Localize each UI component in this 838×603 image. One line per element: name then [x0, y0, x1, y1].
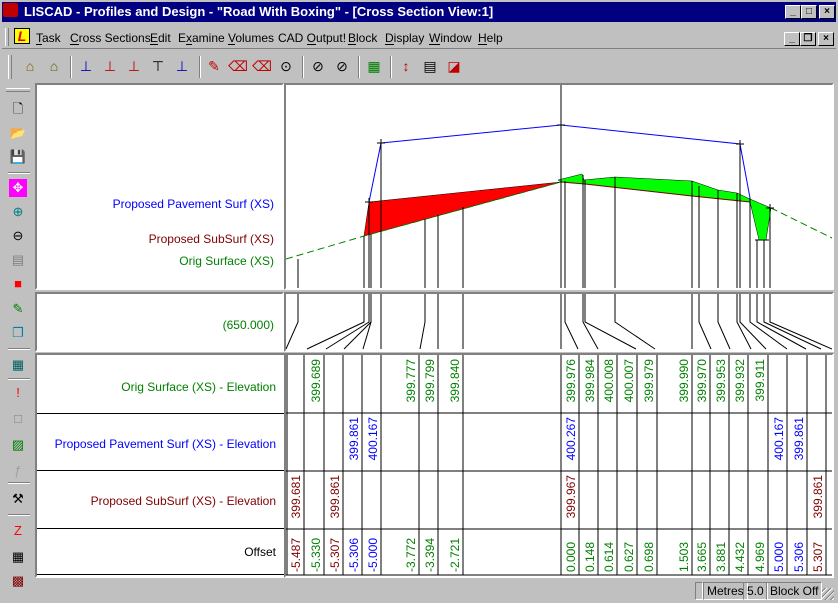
leader-line	[306, 294, 365, 350]
scale-status: 5.0	[743, 582, 768, 600]
cell-orig-elevation: 400.008	[602, 359, 616, 403]
units-status: Metres	[703, 582, 748, 600]
leader-line	[343, 294, 372, 350]
drawing-canvas: 399.681 -5.487 399.689 -5.330 399.861 -5.307 3…	[286, 85, 832, 576]
cell-offset: -5.306	[347, 538, 361, 572]
cell-offset: -5.000	[366, 538, 380, 572]
leader-line	[584, 294, 637, 350]
cell-offset: 5.306	[792, 542, 806, 572]
cell-orig-elevation: 399.777	[404, 359, 418, 403]
cell-orig-elevation: 399.984	[583, 359, 597, 403]
leader-line	[769, 294, 832, 350]
vertex-marker	[377, 139, 385, 147]
leader-line	[564, 294, 579, 350]
orig-surface-line-left	[286, 181, 562, 260]
cell-offset: 4.969	[753, 542, 767, 572]
vertex-marker	[557, 121, 565, 129]
cell-pave-elevation: 400.167	[366, 417, 380, 461]
cell-sub-elevation: 399.861	[811, 475, 825, 519]
cell-offset: 0.698	[642, 542, 656, 572]
cell-offset: 5.000	[772, 542, 786, 572]
orig-surface-line-right	[770, 207, 832, 239]
cell-sub-elevation: 399.681	[289, 475, 303, 519]
cell-offset: 1.503	[677, 542, 691, 572]
cell-orig-elevation: 399.840	[448, 359, 462, 403]
cell-offset: -5.307	[328, 538, 342, 572]
cell-orig-elevation: 399.799	[423, 359, 437, 403]
cell-offset: 0.000	[564, 542, 578, 572]
cell-offset: -3.394	[423, 538, 437, 572]
cell-orig-elevation: 399.953	[714, 359, 728, 403]
leader-line	[325, 294, 370, 350]
leader-line	[698, 294, 712, 350]
cell-offset: -3.772	[404, 538, 418, 572]
cell-offset: 0.614	[602, 542, 616, 572]
cell-sub-elevation: 399.967	[564, 475, 578, 519]
leader-line	[739, 294, 767, 350]
cell-pave-elevation: 399.861	[792, 417, 806, 461]
fill-area	[557, 173, 772, 241]
cell-offset: 5.307	[811, 542, 825, 572]
cell-orig-elevation: 399.990	[677, 359, 691, 403]
cell-offset: 0.148	[583, 542, 597, 572]
cell-sub-elevation: 399.861	[328, 475, 342, 519]
cell-pave-elevation: 400.167	[772, 417, 786, 461]
cell-offset: 3.665	[695, 542, 709, 572]
leader-line	[419, 294, 426, 350]
block-status: Block Off	[766, 582, 823, 600]
cell-orig-elevation: 399.932	[733, 359, 747, 403]
resize-grip[interactable]	[822, 588, 834, 600]
cell-offset: -2.721	[448, 538, 462, 572]
vertex-marker	[736, 140, 744, 148]
cell-offset: 3.881	[714, 542, 728, 572]
leader-line	[286, 294, 299, 350]
cell-orig-elevation: 399.976	[564, 359, 578, 403]
status-blank	[695, 582, 703, 600]
cell-orig-elevation: 399.970	[695, 359, 709, 403]
leader-line	[717, 294, 731, 350]
cell-pave-elevation: 399.861	[347, 417, 361, 461]
leader-line	[736, 294, 752, 350]
cell-orig-elevation: 400.007	[622, 359, 636, 403]
cell-pave-elevation: 400.267	[564, 417, 578, 461]
cell-offset: -5.330	[309, 538, 323, 572]
cell-offset: 0.627	[622, 542, 636, 572]
cell-orig-elevation: 399.979	[642, 359, 656, 403]
cell-orig-elevation: 399.911	[753, 359, 767, 402]
cell-offset: 4.432	[733, 542, 747, 572]
leader-line	[749, 294, 788, 350]
cell-orig-elevation: 399.689	[309, 359, 323, 403]
cell-offset: -5.487	[289, 538, 303, 572]
